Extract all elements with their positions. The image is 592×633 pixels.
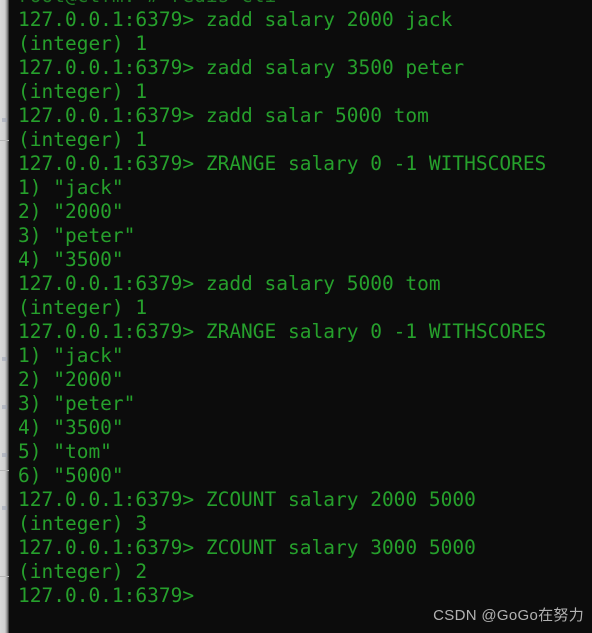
terminal-line: (integer) 2	[18, 560, 148, 583]
gutter-divider	[0, 576, 9, 577]
terminal-line-clipped: root@ctfm:~# redis-cli	[18, 0, 276, 8]
gutter-mark	[2, 506, 7, 510]
gutter-mark	[2, 405, 7, 409]
terminal-line: 3) "peter"	[18, 224, 136, 247]
terminal-line: (integer) 1	[18, 32, 148, 55]
terminal-line: 4) "3500"	[18, 416, 124, 439]
terminal-line: (integer) 1	[18, 296, 148, 319]
terminal-line: 5) "tom"	[18, 440, 112, 463]
terminal-line: 2) "2000"	[18, 200, 124, 223]
terminal-line: 127.0.0.1:6379> ZCOUNT salary 3000 5000	[18, 536, 476, 559]
terminal-line-list: 127.0.0.1:6379> zadd salary 2000 jack (in…	[18, 8, 546, 608]
terminal-line: 3) "peter"	[18, 392, 136, 415]
terminal-line: 127.0.0.1:6379> zadd salary 5000 tom	[18, 272, 441, 295]
terminal-line: 4) "3500"	[18, 248, 124, 271]
terminal-window: root@ctfm:~# redis-cli 127.0.0.1:6379> z…	[0, 0, 592, 633]
terminal-line: (integer) 1	[18, 80, 148, 103]
terminal-line: 6) "5000"	[18, 464, 124, 487]
csdn-watermark: CSDN @GoGo在努力	[433, 607, 584, 624]
terminal-line: 1) "jack"	[18, 344, 124, 367]
terminal-line: (integer) 3	[18, 512, 148, 535]
gutter-mark	[2, 453, 7, 457]
terminal-line: 127.0.0.1:6379> ZCOUNT salary 2000 5000	[18, 488, 476, 511]
terminal-line: 127.0.0.1:6379> zadd salar 5000 tom	[18, 104, 429, 127]
gutter-mark	[2, 118, 7, 122]
left-gutter-strip	[0, 0, 9, 633]
gutter-mark	[2, 357, 7, 361]
terminal-line: 127.0.0.1:6379> ZRANGE salary 0 -1 WITHS…	[18, 152, 547, 175]
gutter-divider	[0, 140, 9, 141]
terminal-line: 127.0.0.1:6379> zadd salary 2000 jack	[18, 8, 453, 31]
terminal-line: 127.0.0.1:6379> ZRANGE salary 0 -1 WITHS…	[18, 320, 547, 343]
terminal-line: (integer) 1	[18, 128, 148, 151]
terminal-line: 2) "2000"	[18, 368, 124, 391]
terminal-line: 127.0.0.1:6379> zadd salary 3500 peter	[18, 56, 465, 79]
gutter-divider	[0, 470, 9, 471]
terminal-line: 1) "jack"	[18, 176, 124, 199]
terminal-output-area[interactable]: root@ctfm:~# redis-cli 127.0.0.1:6379> z…	[9, 0, 592, 633]
